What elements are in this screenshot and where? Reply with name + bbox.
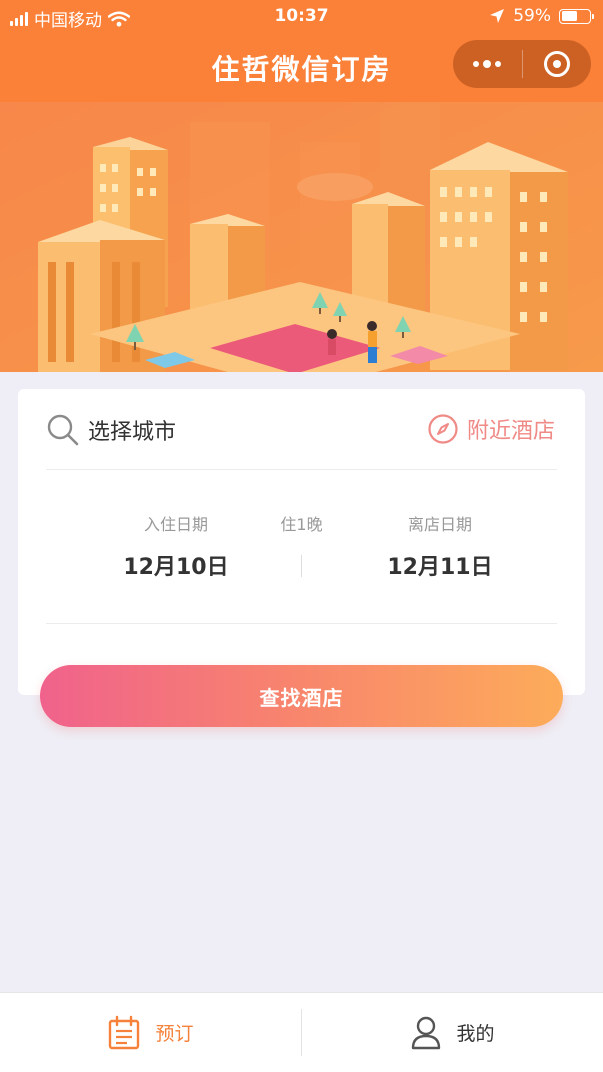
nav-bar: 住哲微信订房 <box>0 34 603 102</box>
compass-icon <box>428 414 458 444</box>
city-select[interactable]: 选择城市 <box>46 413 176 447</box>
location-arrow-icon <box>490 9 505 23</box>
checkout-value: 12月11日 <box>387 555 493 580</box>
nearby-hotels-label: 附近酒店 <box>466 419 555 444</box>
find-hotel-button[interactable]: 查找酒店 <box>40 665 563 727</box>
battery-icon <box>559 8 594 24</box>
city-illustration <box>0 102 603 372</box>
divider-line <box>46 623 557 624</box>
mini-program-capsule <box>453 40 591 88</box>
date-separator <box>301 555 302 577</box>
more-dots-icon <box>473 60 502 68</box>
hero-banner <box>0 102 603 372</box>
checkin-value: 12月10日 <box>123 555 229 580</box>
checkout-caption: 离店日期 <box>407 515 472 534</box>
tab-booking-label: 预订 <box>155 1023 194 1045</box>
search-row: 选择城市 附近酒店 <box>18 389 585 469</box>
battery-percent: 59% <box>513 6 551 26</box>
target-circle-icon <box>543 51 570 77</box>
divider-line <box>46 469 557 470</box>
user-icon <box>412 1016 441 1049</box>
tab-booking[interactable]: 预订 <box>0 993 301 1072</box>
search-card: 选择城市 附近酒店 入住日期 12月10日 住1晚 离店日期 12月11日 <box>18 389 585 695</box>
checkout-date[interactable]: 离店日期 12月11日 <box>370 511 510 581</box>
nearby-hotels-link[interactable]: 附近酒店 <box>427 413 555 445</box>
tab-mine[interactable]: 我的 <box>302 993 603 1072</box>
city-select-label: 选择城市 <box>88 420 177 445</box>
calendar-icon <box>109 1015 140 1049</box>
tab-bar: 预订 我的 <box>0 992 603 1072</box>
status-bar: 中国移动 10:37 59% <box>0 0 603 34</box>
close-button[interactable] <box>523 40 592 88</box>
search-icon <box>47 414 79 446</box>
status-right: 59% <box>489 6 594 26</box>
tab-mine-label: 我的 <box>456 1023 495 1045</box>
more-button[interactable] <box>453 40 522 88</box>
